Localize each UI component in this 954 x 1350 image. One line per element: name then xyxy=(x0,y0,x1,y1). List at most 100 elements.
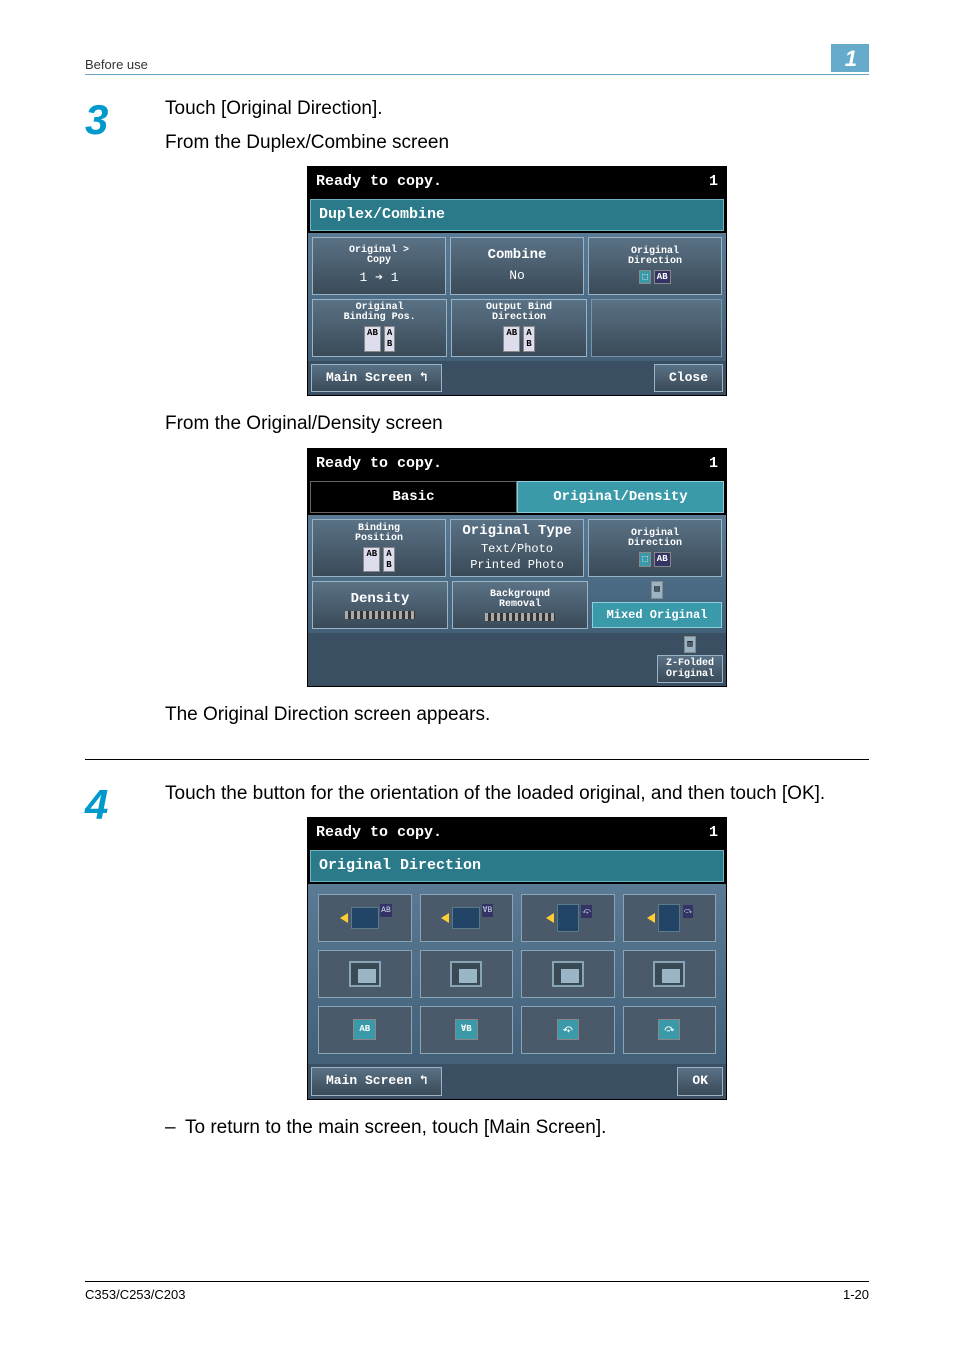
original-binding-label: Original Binding Pos. xyxy=(344,303,416,323)
arrow-icon xyxy=(340,913,348,923)
ok-button[interactable]: OK xyxy=(677,1067,723,1096)
combine-value: No xyxy=(509,268,525,284)
bindpos-icon-ab: AB xyxy=(363,547,380,573)
original-copy-value: 1 ➔ 1 xyxy=(359,270,398,286)
main-screen-button[interactable]: Main Screen ↰ xyxy=(311,364,442,393)
ss2-tabs: Basic Original/Density xyxy=(310,481,724,513)
direction-option-4[interactable]: ⤼ xyxy=(623,894,717,942)
bg-removal-label: Background Removal xyxy=(490,590,550,610)
page-icon: ⱯB xyxy=(455,1019,478,1040)
mixed-original-button[interactable]: Mixed Original xyxy=(592,602,722,628)
direction-icon-1: ⬚ xyxy=(639,270,650,285)
original-type-val1: Text/Photo xyxy=(481,542,553,556)
step-3-caption-density: From the Original/Density screen xyxy=(165,410,869,438)
mixed-icon: ▤ xyxy=(651,581,662,599)
original-binding-pos-button[interactable]: Original Binding Pos. AB AB xyxy=(312,299,447,357)
page-icon: AB xyxy=(353,1019,376,1040)
screenshot-original-direction: Ready to copy. 1 Original Direction AB Ɐ… xyxy=(307,817,727,1099)
original-type-val2: Printed Photo xyxy=(470,558,564,572)
step-4-instruction: Touch the button for the orientation of … xyxy=(165,780,869,808)
zfold-icon: ▥ xyxy=(684,636,695,653)
original-copy-button[interactable]: Original > Copy 1 ➔ 1 xyxy=(312,237,446,295)
background-removal-button[interactable]: Background Removal xyxy=(452,581,588,629)
step-divider xyxy=(85,759,869,760)
return-icon: ↰ xyxy=(420,1073,428,1088)
original-type-button[interactable]: Original Type Text/Photo Printed Photo xyxy=(450,519,584,577)
direction-option-8[interactable] xyxy=(623,950,717,998)
direction-option-3[interactable]: ⤽ xyxy=(521,894,615,942)
step-4-sub1: To return to the main screen, touch [Mai… xyxy=(185,1117,606,1138)
ss2-count: 1 xyxy=(709,453,718,475)
dir-icon-1: ⬚ xyxy=(639,552,650,567)
step-3-number: 3 xyxy=(85,95,165,735)
z-folded-button[interactable]: Z-Folded Original xyxy=(657,655,723,683)
direction-icon-2: AB xyxy=(654,270,671,285)
direction-option-7[interactable] xyxy=(521,950,615,998)
direction-option-1[interactable]: AB xyxy=(318,894,412,942)
output-bind-label: Output Bind Direction xyxy=(486,303,552,323)
ss1-count: 1 xyxy=(709,171,718,193)
step-4-sublist: –To return to the main screen, touch [Ma… xyxy=(165,1114,869,1142)
direction-option-10[interactable]: ⱯB xyxy=(420,1006,514,1054)
original-direction-label: Original Direction xyxy=(628,247,682,267)
page-header: Before use 1 xyxy=(85,44,869,75)
combine-button[interactable]: Combine No xyxy=(450,237,584,295)
binding-icon-ab: AB xyxy=(364,326,381,352)
density-button[interactable]: Density xyxy=(312,581,448,629)
step-4-number: 4 xyxy=(85,780,165,1141)
ss3-status-bar: Ready to copy. 1 xyxy=(308,818,726,848)
output-bind-direction-button[interactable]: Output Bind Direction AB AB xyxy=(451,299,586,357)
main-screen-label: Main Screen xyxy=(326,370,412,385)
step-4: 4 Touch the button for the orientation o… xyxy=(85,780,869,1141)
basic-tab[interactable]: Basic xyxy=(310,481,517,513)
ss3-count: 1 xyxy=(709,822,718,844)
binding-position-button[interactable]: Binding Position AB AB xyxy=(312,519,446,577)
original-direction-label-2: Original Direction xyxy=(628,529,682,549)
ss3-title: Original Direction xyxy=(310,850,724,882)
ss1-status-bar: Ready to copy. 1 xyxy=(308,167,726,197)
density-bar-icon xyxy=(345,611,415,619)
ss1-status-text: Ready to copy. xyxy=(316,171,442,193)
arrow-icon xyxy=(546,913,554,923)
binding-icon-ab2: AB xyxy=(384,326,395,352)
direction-option-2[interactable]: ⱯB xyxy=(420,894,514,942)
direction-grid: AB ⱯB ⤽ ⤼ AB ⱯB ⤽ ⤼ xyxy=(308,884,726,1064)
platen-icon xyxy=(561,969,579,983)
direction-option-5[interactable] xyxy=(318,950,412,998)
main-screen-button-2[interactable]: Main Screen ↰ xyxy=(311,1067,442,1096)
main-screen-label-2: Main Screen xyxy=(326,1073,412,1088)
ss2-status-text: Ready to copy. xyxy=(316,453,442,475)
original-type-label: Original Type xyxy=(462,523,571,540)
combine-label: Combine xyxy=(488,247,547,264)
page-icon: ⤽ xyxy=(557,1019,579,1040)
output-bind-icon-ab: AB xyxy=(503,326,520,352)
header-section: Before use xyxy=(85,57,148,72)
arrow-icon xyxy=(441,913,449,923)
screenshot-duplex-combine: Ready to copy. 1 Duplex/Combine Original… xyxy=(307,166,727,396)
close-button[interactable]: Close xyxy=(654,364,723,393)
page-icon: ⤼ xyxy=(658,1019,680,1040)
bindpos-icon-ab2: AB xyxy=(383,547,394,573)
original-direction-button[interactable]: Original Direction ⬚ AB xyxy=(588,237,722,295)
return-icon: ↰ xyxy=(420,370,428,385)
direction-option-12[interactable]: ⤼ xyxy=(623,1006,717,1054)
original-direction-button-2[interactable]: Original Direction ⬚ AB xyxy=(588,519,722,577)
direction-option-11[interactable]: ⤽ xyxy=(521,1006,615,1054)
direction-option-9[interactable]: AB xyxy=(318,1006,412,1054)
screenshot-original-density: Ready to copy. 1 Basic Original/Density … xyxy=(307,448,727,687)
platen-icon xyxy=(662,969,680,983)
step-3: 3 Touch [Original Direction]. From the D… xyxy=(85,95,869,735)
original-copy-label: Original > Copy xyxy=(349,246,409,266)
bg-removal-bar-icon xyxy=(485,613,555,621)
platen-icon xyxy=(358,969,376,983)
direction-option-6[interactable] xyxy=(420,950,514,998)
original-density-tab[interactable]: Original/Density xyxy=(517,481,724,513)
footer-model: C353/C253/C203 xyxy=(85,1287,185,1302)
density-label: Density xyxy=(351,591,410,608)
step-3-instruction: Touch [Original Direction]. xyxy=(165,95,869,123)
footer-page: 1-20 xyxy=(843,1287,869,1302)
header-chapter: 1 xyxy=(831,44,869,72)
dir-icon-2: AB xyxy=(654,552,671,567)
step-3-caption-duplex: From the Duplex/Combine screen xyxy=(165,129,869,157)
binding-position-label: Binding Position xyxy=(355,524,403,544)
